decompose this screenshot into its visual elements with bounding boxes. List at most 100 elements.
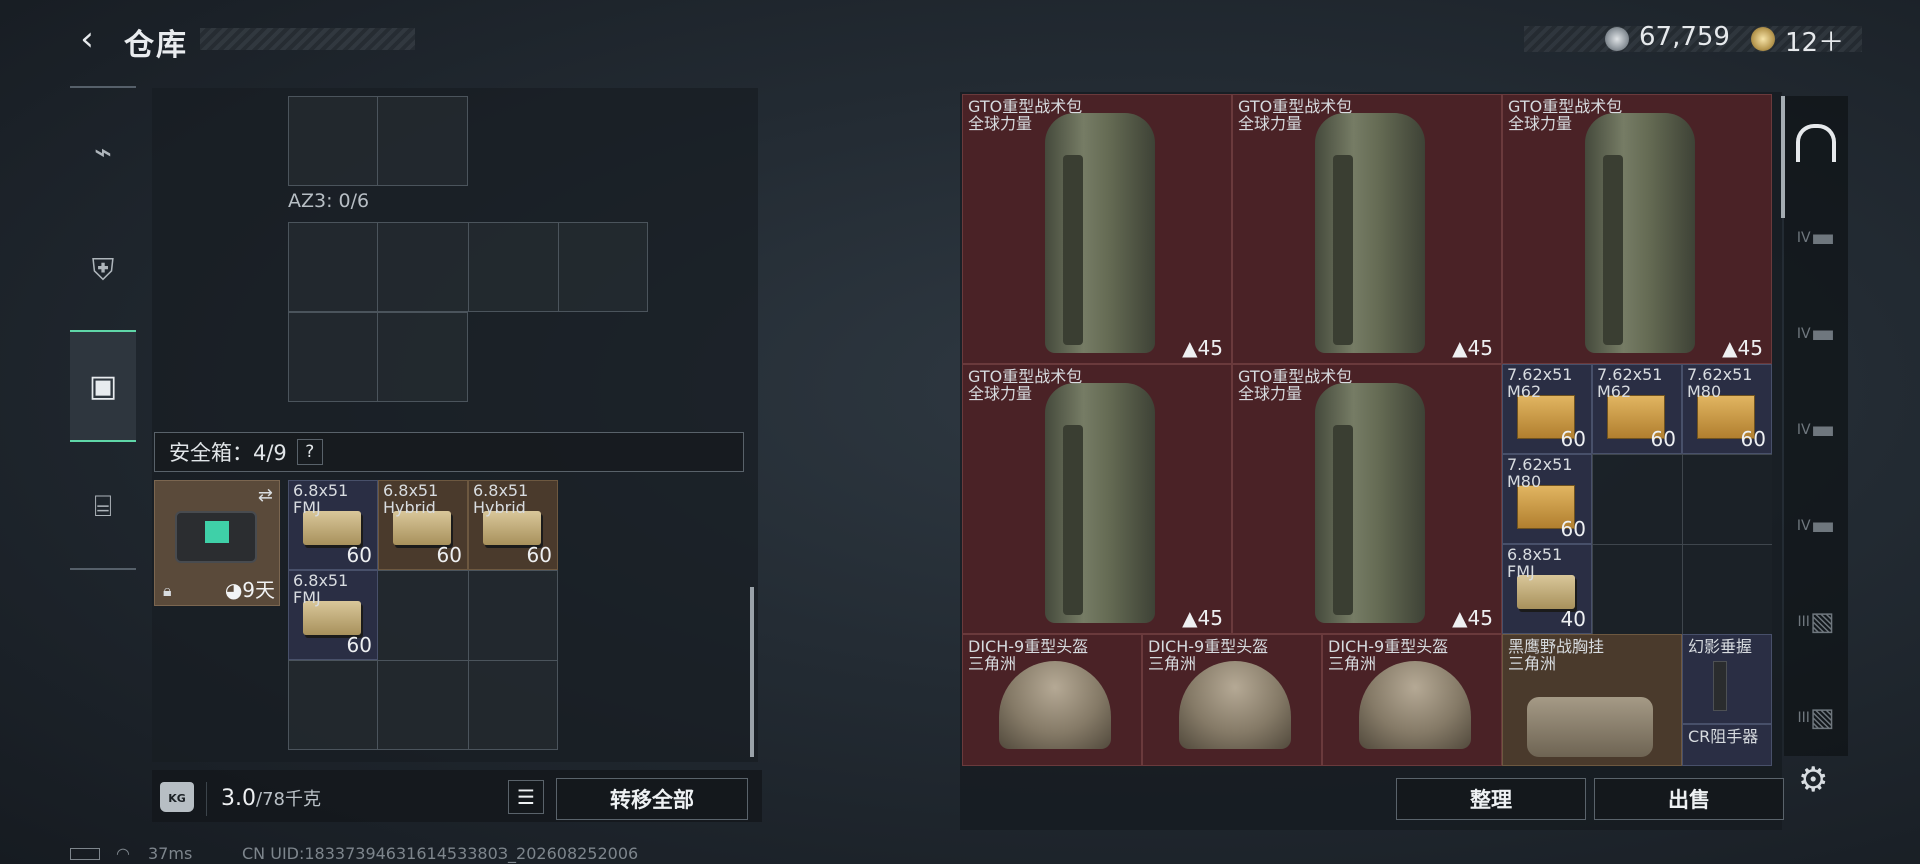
az3-row2[interactable] — [288, 312, 468, 402]
transfer-all-button[interactable]: 转移全部 — [556, 778, 748, 820]
tab-label: IV — [1796, 518, 1811, 534]
backpack-item[interactable]: GTO重型战术包 全球力量 ▲45 — [1232, 364, 1502, 634]
item-name: DICH-9重型头盔 — [968, 637, 1089, 656]
case-indicator — [205, 521, 229, 543]
ammo-item[interactable]: 6.8x51 FMJ 60 — [288, 480, 378, 570]
nav-item-toolbox[interactable]: ⌸ — [70, 458, 136, 554]
tab-label: IV — [1796, 422, 1811, 438]
tab-label: IV — [1796, 230, 1811, 246]
backpack-image — [1045, 383, 1155, 623]
item-name: GTO重型战术包 — [1238, 97, 1353, 116]
item-label: 6.8x51 FMJ — [293, 571, 349, 607]
wifi-icon: ◠ — [116, 844, 130, 863]
ammo-item[interactable]: 7.62x51 M80 60 — [1682, 364, 1772, 454]
ammo-item[interactable]: 7.62x51 M62 60 — [1592, 364, 1682, 454]
item-label: 6.8x51 Hybrid — [473, 481, 529, 517]
nav-item-armor[interactable]: ⛨ — [70, 222, 136, 318]
safebox-label: 安全箱：4/9 — [169, 441, 287, 465]
tab-label: III — [1797, 710, 1810, 726]
item-count: ▲45 — [1182, 336, 1223, 360]
capacity-icon: ▲ — [1722, 336, 1738, 360]
backpack-item[interactable]: GTO重型战术包 全球力量 ▲45 — [1232, 94, 1502, 364]
helmet-item[interactable]: DICH-9重型头盔 三角洲 — [962, 634, 1142, 766]
item-count: 60 — [526, 543, 552, 567]
item-name: CR阻手器 — [1688, 727, 1759, 746]
divider — [468, 222, 469, 312]
weight-icon: KG — [160, 782, 194, 812]
battery-icon — [70, 848, 100, 860]
back-arrow-icon[interactable]: ‹ — [70, 22, 104, 56]
tab-tier-iv-icon[interactable]: IV ▬ — [1792, 312, 1840, 356]
ammo-item[interactable]: 7.62x51 M62 60 — [1502, 364, 1592, 454]
safe-case[interactable]: ⇄ 🔒︎ ◕9天 — [154, 480, 280, 606]
item-label: 6.8x51 Hybrid — [383, 481, 439, 517]
ammo-item[interactable]: 6.8x51 Hybrid 60 — [378, 480, 468, 570]
backpack-image — [1315, 383, 1425, 623]
item-count: ▲45 — [1452, 336, 1493, 360]
muzzle-item[interactable]: CR阻手器 — [1682, 724, 1772, 766]
divider — [377, 96, 378, 186]
ammo-item[interactable]: 6.8x51 Hybrid 60 — [468, 480, 558, 570]
item-label: 7.62x51 M62 — [1597, 365, 1663, 401]
item-name: 黑鹰野战胸挂 — [1508, 637, 1605, 656]
tab-tier-iv-icon[interactable]: IV ▬ — [1792, 216, 1840, 260]
item-name: GTO重型战术包 — [968, 97, 1083, 116]
capacity-value: 45 — [1197, 336, 1223, 360]
item-brand: 全球力量 — [968, 114, 1033, 133]
vest-item[interactable]: 黑鹰野战胸挂 三角洲 — [1502, 634, 1682, 766]
grip-item[interactable]: 幻影垂握 — [1682, 634, 1772, 724]
timer-value: 9天 — [242, 578, 275, 602]
divider — [558, 222, 559, 312]
stash-home-icon[interactable] — [1796, 124, 1836, 162]
item-label: GTO重型战术包 全球力量 — [1508, 98, 1622, 132]
help-button[interactable]: ? — [296, 439, 323, 465]
armor-icon: ⛨ — [91, 252, 115, 288]
helmet-item[interactable]: DICH-9重型头盔 三角洲 — [1322, 634, 1502, 766]
helmet-image — [1359, 661, 1471, 749]
tab-label: III — [1797, 614, 1810, 630]
tab-tier-iv-icon[interactable]: IV ▬ — [1792, 408, 1840, 452]
ammo-item[interactable]: 6.8x51 FMJ 60 — [288, 570, 378, 660]
currency-silver: 67,759 — [1639, 22, 1730, 52]
list-view-icon[interactable]: ☰ — [508, 780, 544, 814]
silver-coin-icon — [1605, 27, 1629, 51]
item-brand: 三角洲 — [1148, 654, 1197, 673]
tab-tier-iii-icon[interactable]: III ▧ — [1792, 600, 1840, 644]
item-count: 60 — [1560, 517, 1586, 541]
item-label: 7.62x51 M80 — [1507, 455, 1573, 491]
grip-image — [1713, 661, 1727, 711]
ammo-item[interactable]: 6.8x51 FMJ 40 — [1502, 544, 1592, 634]
container-slots[interactable] — [288, 96, 468, 186]
ammo-item[interactable]: 7.62x51 M80 60 — [1502, 454, 1592, 544]
helmet-image — [999, 661, 1111, 749]
nav-item-backpack[interactable]: ▣ — [70, 330, 136, 442]
helmet-image — [1179, 661, 1291, 749]
backpack-item[interactable]: GTO重型战术包 全球力量 ▲45 — [962, 364, 1232, 634]
item-count: 60 — [1650, 427, 1676, 451]
settings-gear-icon[interactable]: ⚙ — [1798, 760, 1828, 800]
swap-icon[interactable]: ⇄ — [258, 485, 273, 506]
page-title: 仓库 — [124, 28, 188, 63]
tab-tier-iv-icon[interactable]: IV ▬ — [1792, 504, 1840, 548]
sell-button[interactable]: 出售 — [1594, 778, 1784, 820]
backpack-item[interactable]: GTO重型战术包 全球力量 ▲45 — [1502, 94, 1772, 364]
stash-scrollbar[interactable] — [1781, 96, 1785, 218]
left-scrollbar[interactable] — [750, 587, 754, 757]
az3-label: AZ3: 0/6 — [288, 190, 370, 212]
backpack-image — [1045, 113, 1155, 353]
backpack-icon: ▣ — [88, 368, 118, 404]
item-brand: 全球力量 — [1508, 114, 1573, 133]
nav-item-weapons[interactable]: ⌁ — [70, 104, 136, 200]
ping: 37ms — [148, 844, 193, 863]
sort-button[interactable]: 整理 — [1396, 778, 1586, 820]
item-label: 黑鹰野战胸挂 三角洲 — [1508, 638, 1604, 672]
helmet-item[interactable]: DICH-9重型头盔 三角洲 — [1142, 634, 1322, 766]
item-count: 60 — [1740, 427, 1766, 451]
item-count: ▲45 — [1722, 336, 1763, 360]
vest-image — [1527, 697, 1653, 757]
currency-gold[interactable]: 12＋ — [1785, 22, 1844, 59]
backpack-item[interactable]: GTO重型战术包 全球力量 ▲45 — [962, 94, 1232, 364]
divider — [377, 222, 378, 402]
tab-tier-iii-icon[interactable]: III ▧ — [1792, 696, 1840, 740]
item-label: GTO重型战术包 全球力量 — [1238, 98, 1352, 132]
